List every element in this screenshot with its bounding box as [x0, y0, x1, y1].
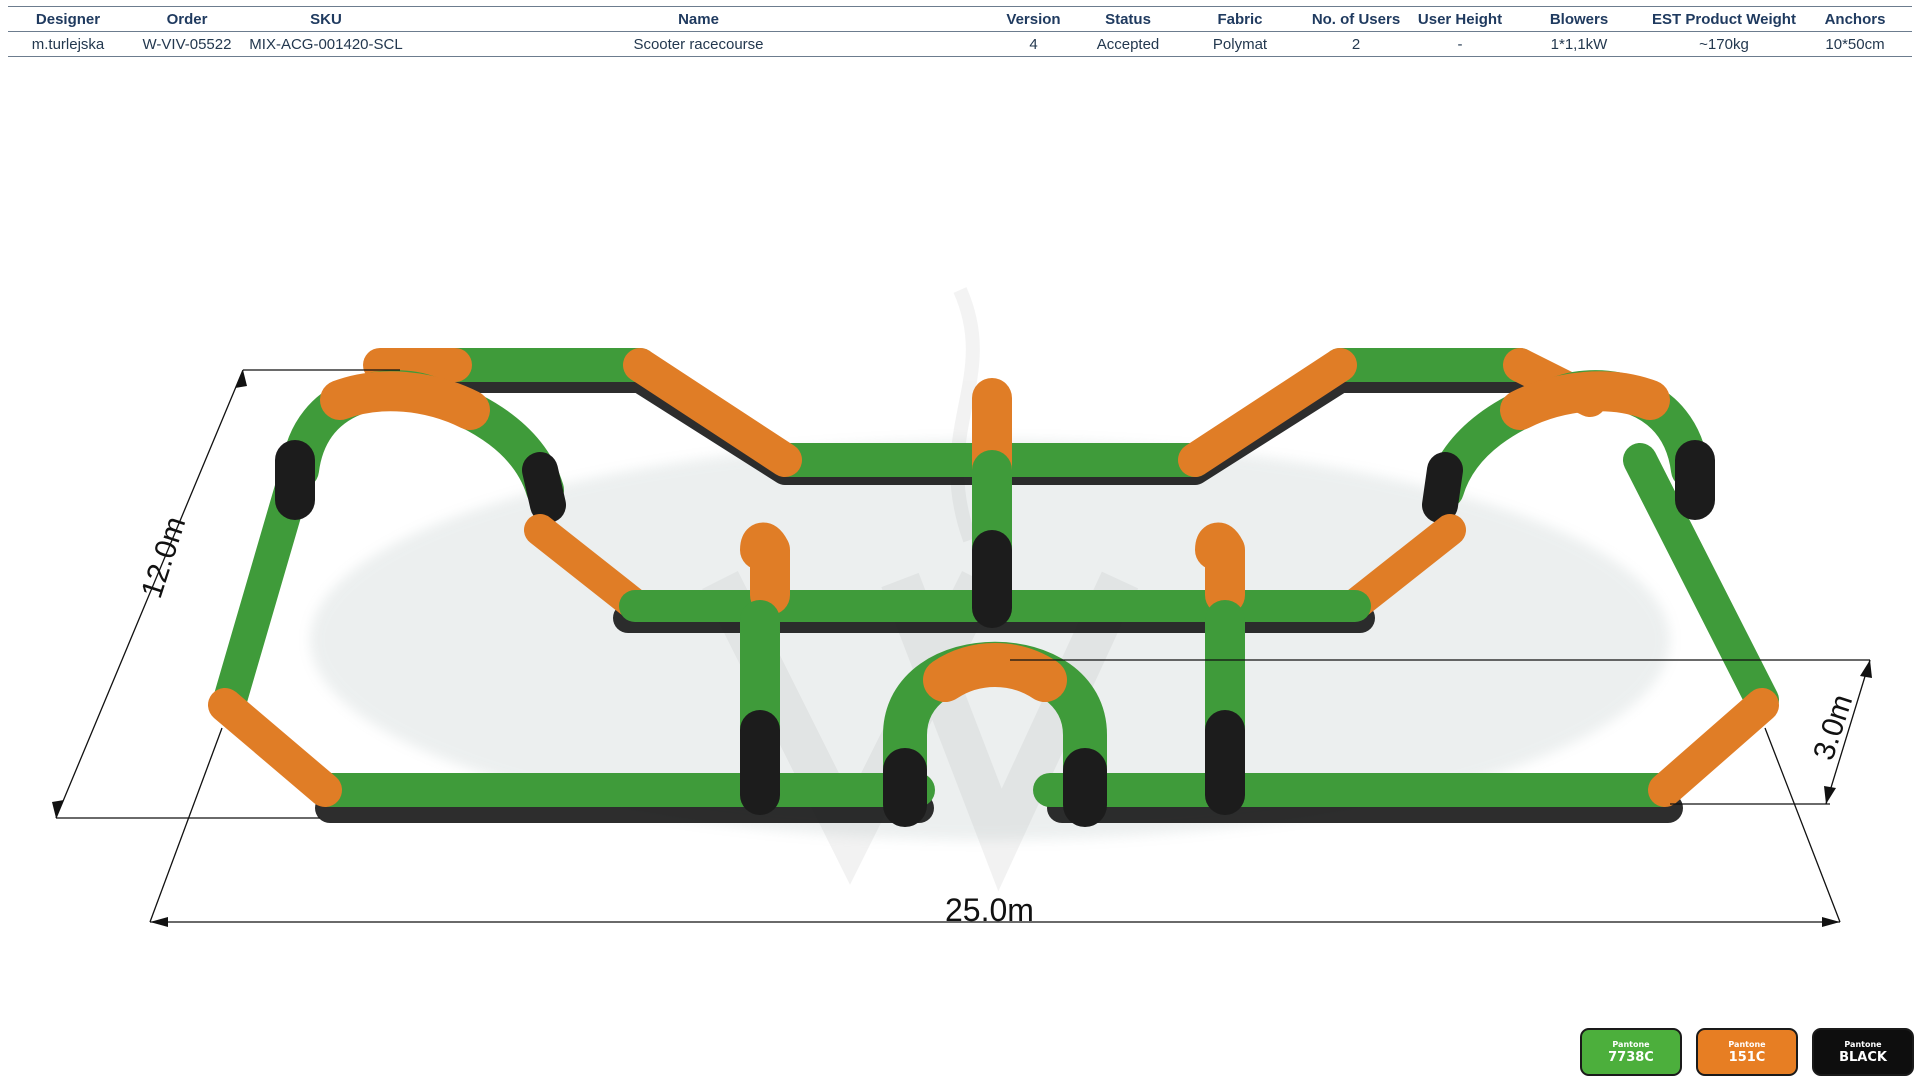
left-loop-black-2: [522, 452, 566, 523]
swatch-green-code: 7738C: [1608, 1049, 1654, 1065]
left-hook-top: [740, 522, 790, 615]
left-loop-accent: [320, 371, 490, 430]
right-loop-accent: [1500, 371, 1670, 430]
swatch-green-prefix: Pantone: [1612, 1039, 1650, 1049]
swatch-black-code: BLACK: [1839, 1049, 1887, 1065]
swatch-orange-code: 151C: [1728, 1049, 1766, 1065]
pantone-green-swatch: Pantone 7738C: [1580, 1028, 1682, 1076]
swatch-orange-prefix: Pantone: [1728, 1039, 1766, 1049]
pantone-orange-swatch: Pantone 151C: [1696, 1028, 1798, 1076]
width-label: 25.0m: [945, 892, 1034, 928]
right-loop-black-2: [1422, 452, 1463, 523]
swatch-black-prefix: Pantone: [1844, 1039, 1882, 1049]
pantone-black-swatch: Pantone BLACK: [1812, 1028, 1914, 1076]
depth-label: 12.0m: [135, 513, 192, 603]
height-label: 3.0m: [1807, 691, 1859, 765]
center-arch-top: [923, 643, 1067, 702]
right-hook-top: [1195, 522, 1245, 615]
product-drawing: 12.0m 25.0m 3.0m: [52, 287, 1872, 928]
